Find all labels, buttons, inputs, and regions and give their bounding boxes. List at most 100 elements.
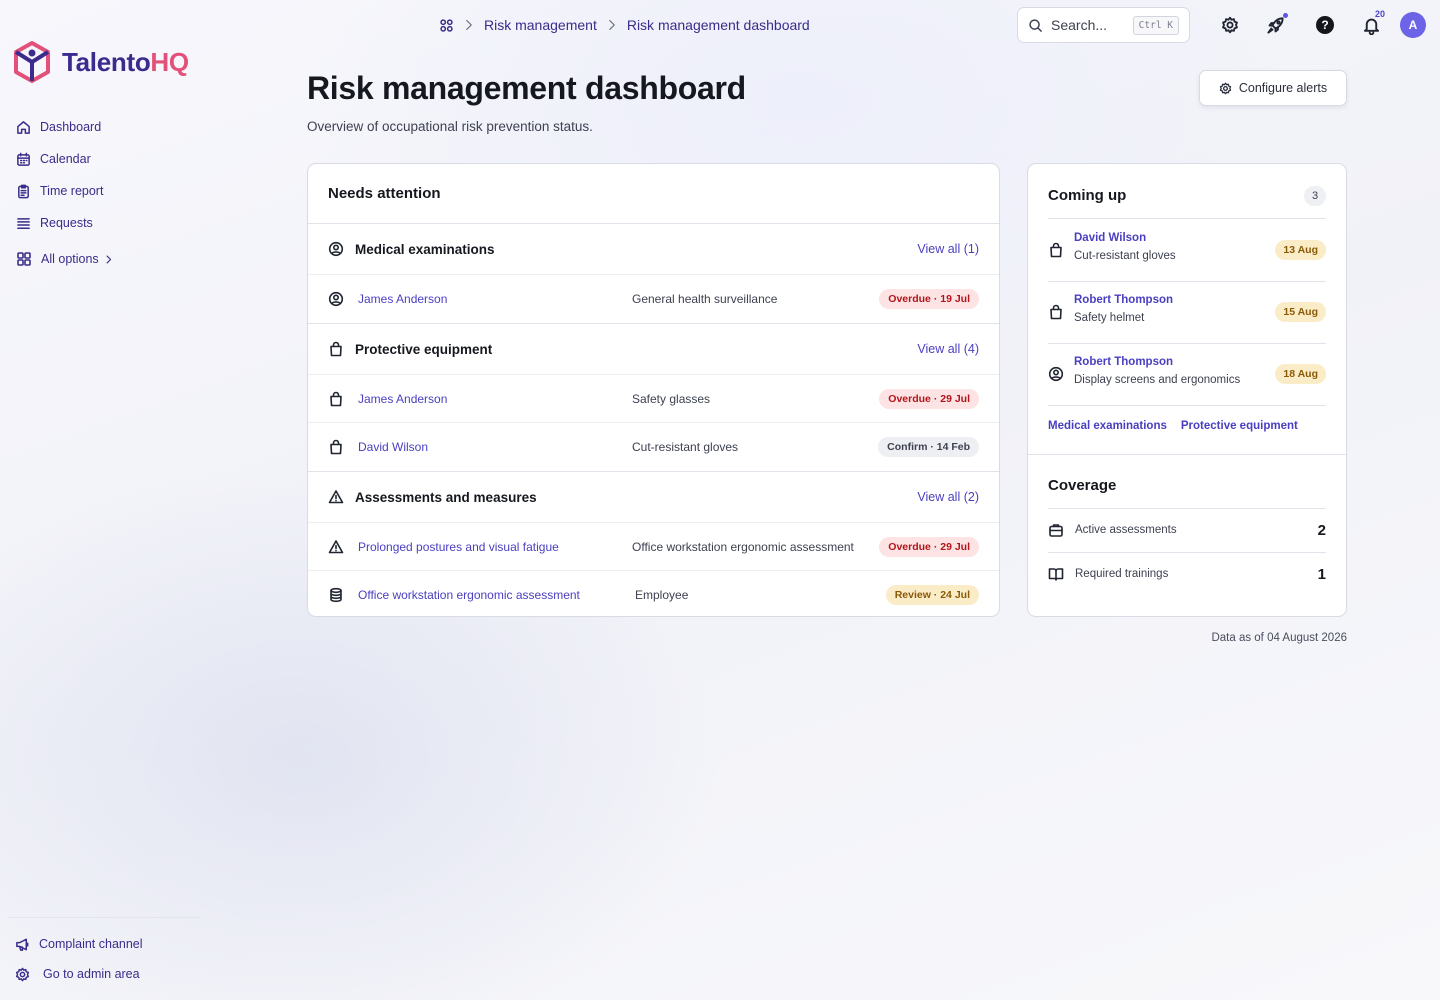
coverage-value: 1 (1317, 565, 1326, 583)
list-item: David Wilson Cut-resistant gloves 13 Aug (1048, 219, 1326, 281)
table-row: James Anderson General health surveillan… (308, 275, 999, 323)
sidebar-item-dashboard[interactable]: Dashboard (16, 111, 103, 143)
user-circle-icon (1048, 366, 1064, 382)
coverage-label: Active assessments (1075, 524, 1177, 536)
row-name-link[interactable]: James Anderson (358, 292, 447, 306)
coming-up-name-link[interactable]: David Wilson (1074, 232, 1146, 244)
whats-new-button[interactable] (1263, 13, 1288, 37)
coming-up-card: Coming up 3 David Wilson Cut-resistant g… (1027, 163, 1347, 617)
breadcrumb-item-risk-management[interactable]: Risk management (484, 17, 597, 33)
bag-icon (330, 391, 342, 406)
list-icon (17, 217, 30, 229)
bag-icon (330, 341, 342, 357)
sidebar: TalentoHQ Dashboard Calendar Time report… (0, 0, 210, 1000)
divider (1028, 454, 1346, 455)
coverage-title: Coverage (1048, 477, 1117, 494)
needs-attention-title: Needs attention (308, 164, 999, 224)
section-header: Medical examinations View all (1) (308, 224, 999, 275)
section-title: Assessments and measures (355, 489, 537, 505)
date-badge: 18 Aug (1275, 364, 1326, 384)
gear-icon (1219, 82, 1232, 94)
section-header: Assessments and measures View all (2) (308, 472, 999, 523)
bag-icon (330, 439, 342, 455)
view-all-link[interactable]: View all (1) (917, 242, 979, 256)
section-assessments-and-measures: Assessments and measures View all (2) Pr… (308, 472, 999, 619)
sidebar-all-options[interactable]: All options (16, 248, 114, 270)
view-all-link[interactable]: View all (2) (917, 490, 979, 504)
section-medical-examinations: Medical examinations View all (1) James … (308, 224, 999, 324)
coverage-value: 2 (1317, 521, 1326, 539)
sidebar-bottom-admin: Go to admin area (15, 964, 140, 984)
view-all-link[interactable]: View all (4) (917, 342, 979, 356)
grid-icon (17, 252, 31, 266)
coverage-row: Required trainings 1 (1048, 552, 1326, 596)
status-badge: Overdue · 29 Jul (879, 536, 979, 557)
logo-cube-icon (14, 41, 50, 83)
sidebar-nav: Dashboard Calendar Time report Requests (16, 111, 103, 239)
sidebar-item-requests[interactable]: Requests (16, 207, 103, 239)
status-badge: Overdue · 19 Jul (879, 289, 979, 309)
table-row: David Wilson Cut-resistant gloves Confir… (308, 423, 999, 471)
status-badge: Overdue · 29 Jul (879, 388, 979, 409)
row-description: Office workstation ergonomic assessment (632, 539, 854, 554)
chevron-right-icon (466, 19, 472, 31)
sidebar-item-label: Complaint channel (39, 937, 143, 951)
row-description: Safety glasses (632, 391, 711, 406)
calendar-icon (17, 152, 30, 166)
settings-button[interactable] (1218, 13, 1242, 37)
rocket-icon (1266, 16, 1284, 34)
logo[interactable]: TalentoHQ (12, 40, 189, 84)
gear-icon (15, 967, 30, 981)
clipboard-icon (18, 184, 29, 198)
medical-examinations-link[interactable]: Medical examinations (1048, 420, 1167, 432)
protective-equipment-link[interactable]: Protective equipment (1181, 420, 1298, 432)
table-row: James Anderson Safety glasses Overdue · … (308, 375, 999, 423)
coming-up-description: Display screens and ergonomics (1074, 374, 1241, 386)
sidebar-divider (8, 917, 200, 918)
sidebar-item-calendar[interactable]: Calendar (16, 143, 103, 175)
configure-alerts-button[interactable]: Configure alerts (1199, 70, 1347, 106)
sidebar-item-time-report[interactable]: Time report (16, 175, 103, 207)
row-name-link[interactable]: James Anderson (358, 392, 447, 406)
book-icon (1048, 568, 1064, 581)
sidebar-item-complaint-channel[interactable]: Complaint channel (15, 934, 143, 954)
sidebar-item-label: Time report (40, 184, 104, 198)
chevron-right-icon (106, 255, 111, 263)
row-name-link[interactable]: Prolonged postures and visual fatigue (358, 540, 559, 554)
whats-new-dot (1283, 13, 1288, 18)
notifications-button[interactable]: 20 (1359, 9, 1385, 37)
help-button[interactable]: ? (1313, 13, 1337, 37)
row-name-link[interactable]: Office workstation ergonomic assessment (358, 588, 580, 602)
logo-text: TalentoHQ (62, 46, 189, 77)
coverage-row: Active assessments 2 (1048, 508, 1326, 552)
sidebar-all-options-label: All options (41, 252, 99, 266)
section-title: Medical examinations (355, 241, 495, 257)
user-circle-icon (328, 241, 344, 257)
coming-up-count: 3 (1304, 186, 1326, 206)
warning-triangle-icon (328, 490, 344, 504)
chevron-right-icon (608, 19, 615, 31)
section-protective-equipment: Protective equipment View all (4) James … (308, 324, 999, 472)
sidebar-bottom-complaint: Complaint channel (15, 934, 143, 954)
configure-alerts-label: Configure alerts (1238, 81, 1328, 95)
search-icon (1029, 18, 1042, 32)
gear-icon (1222, 16, 1238, 34)
avatar[interactable]: A (1400, 12, 1426, 38)
coming-up-name-link[interactable]: Robert Thompson (1074, 356, 1173, 368)
bag-icon (1050, 242, 1062, 258)
date-badge: 13 Aug (1275, 240, 1326, 260)
status-badge: Confirm · 14 Feb (878, 437, 979, 457)
row-name-link[interactable]: David Wilson (358, 440, 428, 454)
coming-up-name-link[interactable]: Robert Thompson (1074, 294, 1173, 306)
notifications-count: 20 (1375, 9, 1386, 19)
sidebar-item-label: Requests (40, 216, 93, 230)
search-input[interactable]: Search... Ctrl K (1017, 7, 1190, 43)
table-row: Office workstation ergonomic assessment … (308, 571, 999, 619)
sidebar-item-admin-area[interactable]: Go to admin area (15, 964, 140, 984)
table-row: Prolonged postures and visual fatigue Of… (308, 523, 999, 571)
row-description: Employee (635, 588, 689, 602)
apps-grid-icon[interactable] (439, 18, 454, 33)
row-description: General health surveillance (632, 292, 778, 306)
divider (1048, 405, 1326, 406)
data-as-of: Data as of 04 August 2026 (1211, 632, 1347, 644)
